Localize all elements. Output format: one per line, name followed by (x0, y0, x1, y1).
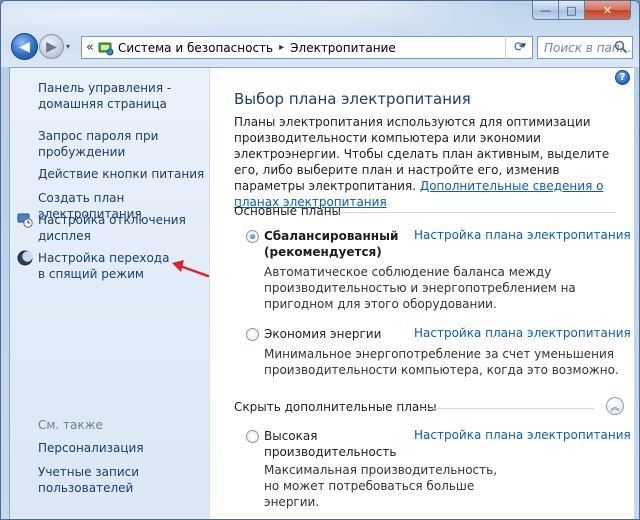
plan-settings-link-power-saver[interactable]: Настройка плана электропитания (414, 326, 631, 340)
plan-settings-link-high-performance[interactable]: Настройка плана электропитания (414, 428, 631, 442)
back-button[interactable]: ◀ (11, 33, 38, 60)
collapse-chevron-icon[interactable]: ︽ (606, 397, 624, 415)
display-clock-icon (17, 213, 33, 228)
recent-pages-dropdown[interactable]: ▾ (66, 42, 76, 52)
plan-name-balanced[interactable]: Сбалансированный (рекомендуется) (264, 228, 414, 260)
close-button[interactable]: ✕ (585, 1, 631, 20)
task-pane: Панель управления - домашняя страница За… (10, 68, 210, 519)
caption-buttons: — □ ✕ (532, 1, 631, 21)
plan-description-high-performance: Максимальная производительность, но може… (264, 463, 498, 509)
sidebar-link-sleep-mode[interactable]: Настройка перехода в спящий режим (38, 250, 178, 282)
address-bar[interactable]: « Система и безопасность ▸ Электропитани… (81, 36, 533, 59)
breadcrumb-separator[interactable]: ▸ (279, 42, 284, 53)
page-title: Выбор плана электропитания (234, 90, 471, 108)
hidden-plans-group-header: Скрыть дополнительные планы (234, 400, 618, 414)
search-input[interactable]: Поиск в пап... (537, 36, 633, 59)
plan-name-high-performance[interactable]: Высокая производительность (264, 428, 396, 460)
sidebar-link-wake-password[interactable]: Запрос пароля при пробуждении (38, 128, 188, 160)
main-pane: ? Выбор плана электропитания Планы элект… (210, 68, 634, 519)
control-panel-icon (98, 42, 114, 55)
help-icon[interactable]: ? (615, 70, 630, 85)
sidebar-link-control-panel-home[interactable]: Панель управления - домашняя страница (38, 80, 188, 112)
main-plans-group-header: Основные планы (234, 204, 618, 218)
plan-radio-power-saver[interactable] (246, 328, 259, 341)
refresh-button[interactable]: ⟳ (505, 36, 533, 59)
breadcrumb-item-security[interactable]: Система и безопасность (118, 41, 273, 55)
maximize-button[interactable]: □ (559, 1, 585, 20)
sidebar-link-display-off[interactable]: Настройка отключения дисплея (38, 212, 188, 244)
plan-settings-link-balanced[interactable]: Настройка плана электропитания (414, 228, 631, 242)
see-also-heading: См. также (38, 418, 103, 432)
hidden-plans-toggle[interactable]: Скрыть дополнительные планы (234, 400, 437, 414)
divider (418, 408, 594, 409)
sidebar-link-user-accounts[interactable]: Учетные записи пользователей (38, 464, 188, 496)
search-icon[interactable] (614, 40, 628, 54)
navigation-bar: ◀ ▶ ▾ « Система и безопасность ▸ Электро… (9, 33, 633, 63)
main-plans-header: Основные планы (234, 204, 342, 218)
plan-description-balanced: Автоматическое соблюдение баланса между … (264, 265, 576, 311)
window: — □ ✕ ◀ ▶ ▾ « Система и безопасность ▸ Э… (0, 0, 640, 520)
divider (338, 212, 616, 213)
minimize-button[interactable]: — (532, 1, 559, 20)
intro-text: Планы электропитания используются для оп… (234, 114, 614, 210)
moon-icon (17, 250, 33, 266)
breadcrumb-item-power[interactable]: Электропитание (290, 41, 396, 55)
annotation-arrow-icon (172, 260, 210, 278)
plan-description-power-saver: Минимальное энергопотребление за счет ум… (264, 347, 619, 377)
sidebar-link-personalization[interactable]: Персонализация (38, 440, 188, 456)
plan-radio-high-performance[interactable] (246, 430, 259, 443)
sidebar-link-power-button-action[interactable]: Действие кнопки питания (38, 166, 208, 182)
content-area: Панель управления - домашняя страница За… (9, 67, 634, 519)
forward-button[interactable]: ▶ (39, 34, 64, 59)
plan-name-power-saver[interactable]: Экономия энергии (264, 326, 414, 342)
plan-radio-balanced[interactable] (246, 230, 259, 243)
breadcrumb-overflow[interactable]: « (86, 40, 94, 55)
